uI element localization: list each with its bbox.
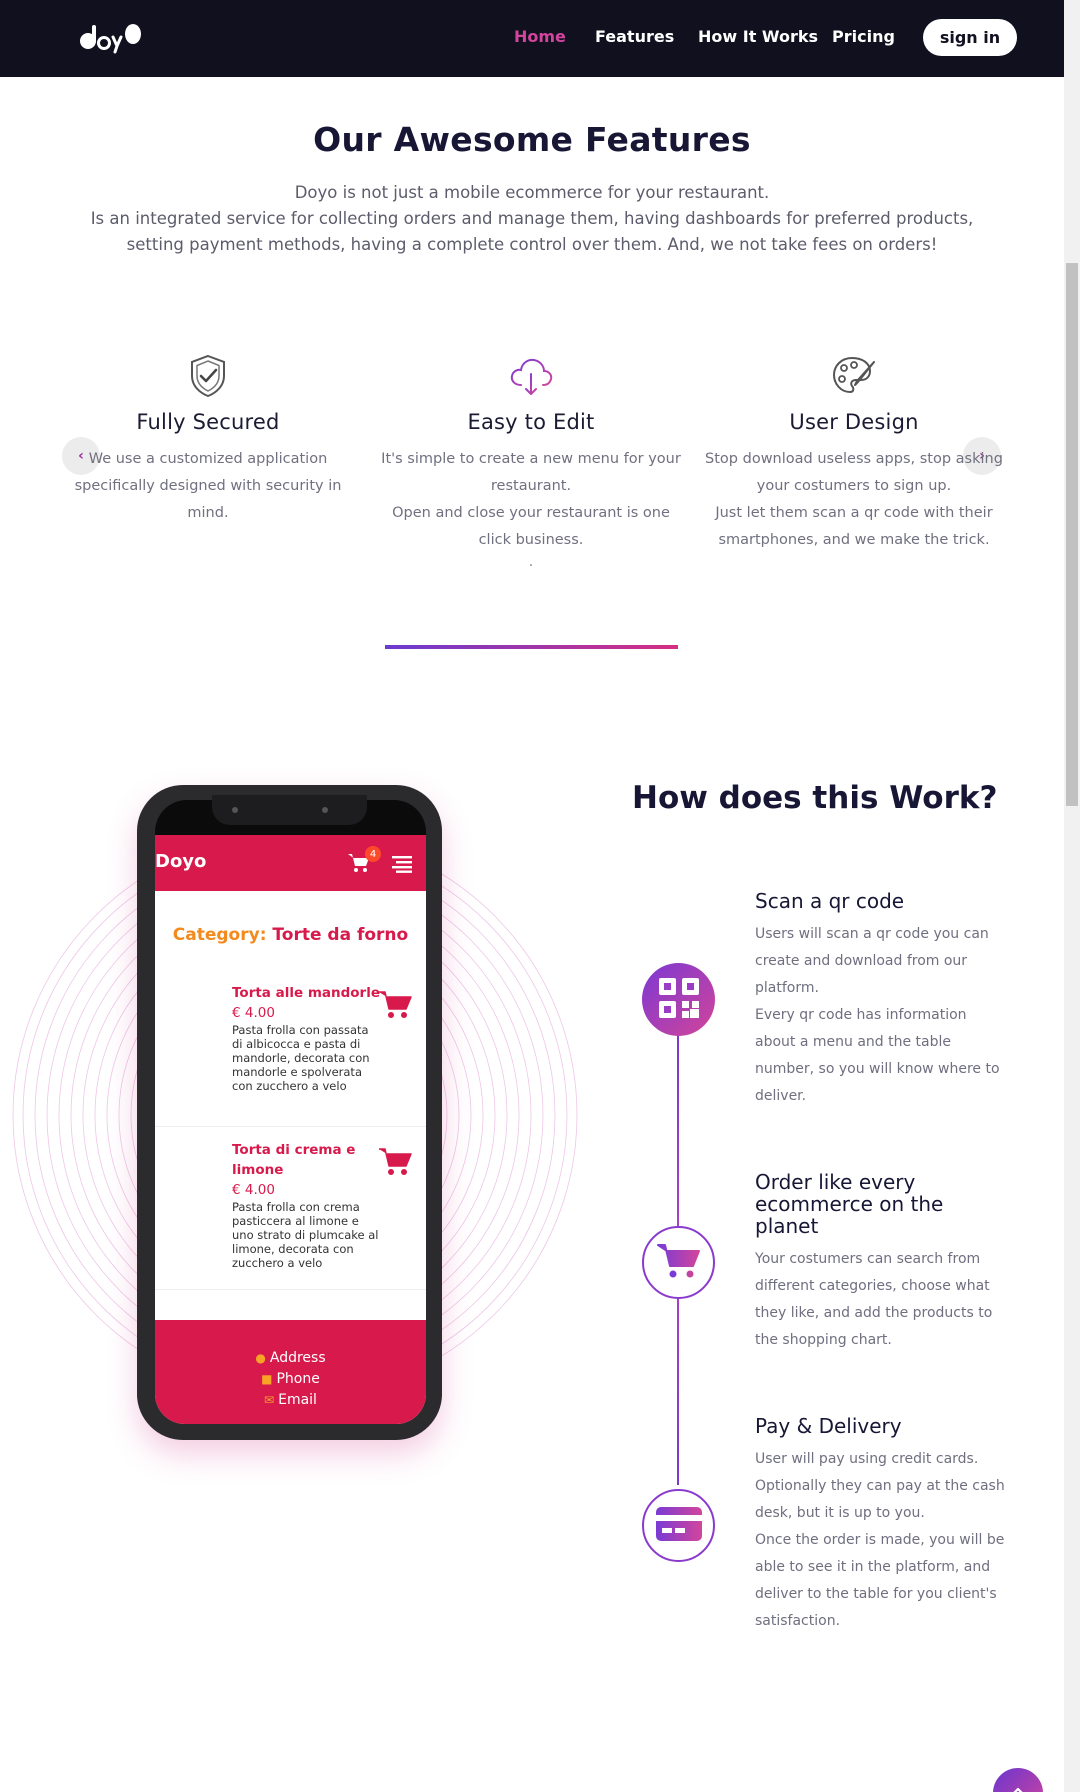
product-item[interactable]: Torta di crema e limone € 4.00 Pasta fro…: [232, 1140, 382, 1270]
product-separator: [155, 1126, 426, 1127]
credit-card-icon: [655, 1506, 702, 1545]
features-description-line1: Doyo is not just a mobile ecommerce for …: [294, 183, 770, 202]
nav-link-pricing[interactable]: Pricing: [832, 27, 895, 46]
feature-card-user-design: User Design Stop download useless apps, …: [704, 352, 1004, 554]
feature-card-easy-edit: Easy to Edit It's simple to create a new…: [381, 352, 681, 570]
step-order: Order like every ecommerce on the planet…: [755, 1171, 1005, 1354]
features-description: Doyo is not just a mobile ecommerce for …: [60, 180, 1004, 258]
features-description-line2: Is an integrated service for collecting …: [90, 209, 974, 254]
shopping-cart-icon: [656, 1242, 701, 1284]
app-header: Doyo 4: [155, 835, 426, 891]
step-circle-1: [642, 963, 715, 1036]
product-price: € 4.00: [232, 1005, 275, 1021]
feature-title: Easy to Edit: [467, 410, 595, 434]
page-scrollbar[interactable]: [1064, 0, 1080, 1792]
footer-address[interactable]: ● Address: [155, 1350, 426, 1366]
category-label: Category:: [172, 925, 267, 945]
feature-text: It's simple to create a new menu for you…: [381, 446, 681, 554]
step-text-line1: User will pay using credit cards. Option…: [755, 1451, 1005, 1521]
feature-card-secured: Fully Secured We use a customized applic…: [58, 352, 358, 527]
product-description: Pasta frolla con crema pasticcera al lim…: [232, 1200, 379, 1270]
feature-title: User Design: [789, 410, 919, 434]
product-item[interactable]: Torta alle mandorle € 4.00 Pasta frolla …: [232, 983, 382, 1093]
step-text-line2: Every qr code has information about a me…: [755, 1007, 1000, 1104]
cart-count-badge: 4: [365, 846, 381, 862]
step-title: Order like every ecommerce on the planet: [755, 1170, 944, 1238]
phone-notch: [212, 795, 367, 825]
envelope-icon: ✉: [264, 1393, 275, 1407]
product-name: Torta alle mandorle: [232, 985, 380, 1001]
footer-email[interactable]: ✉ Email: [155, 1392, 426, 1408]
feature-text-line2: Just let them scan a qr code with their …: [715, 505, 993, 548]
step-text-line2: Once the order is made, you will be able…: [755, 1532, 1005, 1629]
app-brand[interactable]: Doyo: [155, 851, 206, 872]
product-price: € 4.00: [232, 1182, 275, 1198]
step-text: Your costumers can search from different…: [755, 1251, 993, 1348]
feature-text: Stop download useless apps, stop asking …: [704, 446, 1004, 554]
footer-phone[interactable]: ■ Phone: [155, 1371, 426, 1387]
phone-icon: ■: [261, 1372, 273, 1386]
category-title: Category: Torte da forno: [155, 925, 426, 945]
feature-title: Fully Secured: [136, 410, 280, 434]
scrollbar-thumb[interactable]: [1066, 263, 1078, 806]
nav-link-features[interactable]: Features: [595, 27, 674, 46]
notch-camera: [322, 807, 328, 813]
step-circle-2: [642, 1226, 715, 1299]
category-value: Torte da forno: [272, 925, 409, 945]
map-pin-icon: ●: [255, 1351, 266, 1365]
cloud-download-icon: [381, 352, 681, 400]
step-pay-delivery: Pay & Delivery User will pay using credi…: [755, 1415, 1005, 1635]
feature-text-line1: It's simple to create a new menu for you…: [381, 451, 681, 494]
feature-text: We use a customized application specific…: [74, 451, 342, 521]
phone-screen: Doyo 4 Category: Torte da forno Torta al…: [155, 835, 426, 1424]
shield-check-icon: [58, 352, 358, 400]
step-text-line1: Users will scan a qr code you can create…: [755, 926, 989, 996]
section-divider: [385, 645, 678, 649]
nav-link-home[interactable]: Home: [514, 27, 566, 46]
chevron-up-icon: [1011, 1785, 1025, 1792]
qr-code-icon: [658, 977, 699, 1022]
hamburger-menu-icon[interactable]: [392, 855, 412, 877]
add-to-cart-icon[interactable]: [379, 990, 413, 1024]
feature-text-dot: .: [528, 554, 534, 570]
features-title: Our Awesome Features: [313, 120, 751, 159]
product-separator: [155, 1289, 426, 1290]
add-to-cart-icon[interactable]: [379, 1147, 413, 1181]
step-text: Users will scan a qr code you can create…: [755, 921, 1005, 1110]
step-title: Scan a qr code: [755, 889, 905, 913]
palette-icon: [704, 352, 1004, 400]
signin-button[interactable]: sign in: [923, 19, 1017, 56]
step-text: User will pay using credit cards. Option…: [755, 1446, 1005, 1635]
nav-link-how-it-works[interactable]: How It Works: [698, 27, 818, 46]
doyo-logo[interactable]: [80, 19, 144, 59]
footer-phone-label: Phone: [276, 1371, 320, 1387]
step-scan-qr: Scan a qr code Users will scan a qr code…: [755, 890, 1005, 1110]
product-description: Pasta frolla con passata di albicocca e …: [232, 1023, 370, 1093]
top-navbar: Home Features How It Works Pricing sign …: [0, 0, 1064, 77]
product-name: Torta di crema e limone: [232, 1142, 356, 1178]
app-footer: ● Address ■ Phone ✉ Email: [155, 1320, 426, 1424]
step-circle-3: [642, 1489, 715, 1562]
scroll-to-top-button[interactable]: [993, 1768, 1043, 1792]
step-title: Pay & Delivery: [755, 1414, 902, 1438]
feature-text-line1: Stop download useless apps, stop asking …: [705, 451, 1003, 494]
footer-address-label: Address: [269, 1350, 326, 1366]
notch-sensor: [232, 807, 238, 813]
footer-email-label: Email: [278, 1392, 317, 1408]
feature-text-line2: Open and close your restaurant is one cl…: [392, 505, 670, 548]
how-it-works-title: How does this Work?: [632, 780, 998, 816]
